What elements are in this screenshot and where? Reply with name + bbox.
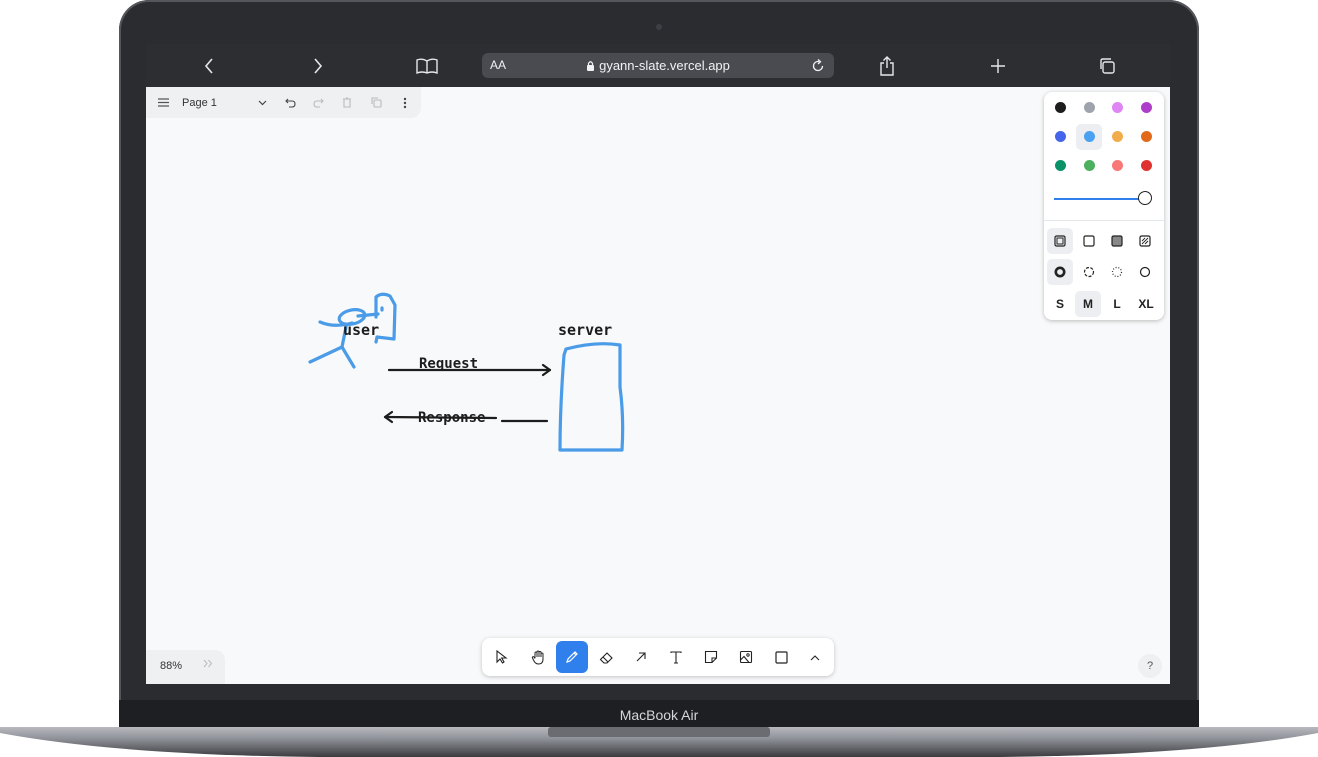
- note-icon: [704, 650, 718, 664]
- rectangle-icon: [774, 650, 788, 664]
- dash-solid-icon: [1139, 266, 1151, 278]
- back-button[interactable]: [194, 44, 224, 87]
- color-swatch[interactable]: [1141, 160, 1152, 171]
- select-icon: [496, 650, 508, 664]
- request-label[interactable]: Request: [419, 356, 478, 372]
- reload-icon: [812, 59, 824, 72]
- response-label[interactable]: Response: [418, 410, 485, 426]
- color-swatch[interactable]: [1084, 160, 1095, 171]
- rectangle-tool-button[interactable]: [765, 641, 797, 673]
- dash-dashed-icon: [1083, 266, 1095, 278]
- server-label[interactable]: server: [558, 321, 612, 339]
- laptop-base: [0, 727, 1318, 757]
- drawing-canvas[interactable]: user server Request Response: [146, 87, 1170, 637]
- image-tool-button[interactable]: [730, 641, 762, 673]
- zoom-level[interactable]: 88%: [160, 660, 182, 672]
- plus-icon: [991, 58, 1005, 73]
- fill-semi-icon: [1083, 235, 1095, 247]
- hand-icon: [531, 649, 543, 665]
- fill-none-button[interactable]: [1047, 228, 1073, 254]
- address-bar[interactable]: AA gyann-slate.vercel.app: [482, 53, 834, 78]
- color-swatch[interactable]: [1112, 131, 1123, 142]
- dash-solid-button[interactable]: [1132, 259, 1158, 285]
- chevron-up-icon: [810, 654, 820, 660]
- dash-dotted-icon: [1111, 266, 1123, 278]
- chevron-left-icon: [204, 57, 213, 74]
- url-display[interactable]: gyann-slate.vercel.app: [482, 58, 834, 73]
- dash-draw-icon: [1054, 266, 1066, 278]
- color-swatch[interactable]: [1112, 160, 1123, 171]
- new-tab-button[interactable]: [983, 44, 1013, 87]
- size-xl-button[interactable]: XL: [1133, 291, 1159, 317]
- dash-draw-button[interactable]: [1047, 259, 1073, 285]
- screen: AA gyann-slate.vercel.app Page 1 user se…: [146, 44, 1170, 684]
- fill-pattern-icon: [1139, 235, 1151, 247]
- browser-toolbar: AA gyann-slate.vercel.app: [146, 44, 1170, 87]
- color-swatch[interactable]: [1084, 102, 1095, 113]
- double-chevron-right-icon: [203, 659, 213, 668]
- text-tool-button[interactable]: [660, 641, 692, 673]
- color-swatch-selected[interactable]: [1084, 131, 1095, 142]
- color-swatch[interactable]: [1112, 102, 1123, 113]
- opacity-slider-knob[interactable]: [1138, 191, 1152, 205]
- select-tool-button[interactable]: [486, 641, 518, 673]
- share-icon: [880, 55, 894, 76]
- url-text: gyann-slate.vercel.app: [599, 58, 730, 73]
- tabs-icon: [1100, 57, 1115, 74]
- color-swatch[interactable]: [1141, 131, 1152, 142]
- image-icon: [739, 650, 753, 664]
- help-button[interactable]: ?: [1138, 654, 1162, 678]
- eraser-icon: [599, 651, 613, 664]
- size-s-button[interactable]: S: [1047, 291, 1073, 317]
- more-tools-button[interactable]: [799, 641, 831, 673]
- tabs-button[interactable]: [1092, 44, 1122, 87]
- camera: [656, 24, 662, 30]
- forward-button[interactable]: [303, 44, 333, 87]
- lock-icon: [587, 61, 595, 71]
- draw-icon: [566, 651, 578, 663]
- arrow-icon: [636, 652, 646, 662]
- expand-button[interactable]: [203, 659, 213, 671]
- note-tool-button[interactable]: [695, 641, 727, 673]
- device-label: MacBook Air: [619, 707, 699, 723]
- bookmarks-button[interactable]: [412, 44, 442, 87]
- color-swatch[interactable]: [1141, 102, 1152, 113]
- color-swatch[interactable]: [1055, 131, 1066, 142]
- eraser-tool-button[interactable]: [590, 641, 622, 673]
- size-m-button[interactable]: M: [1075, 291, 1101, 317]
- fill-solid-button[interactable]: [1104, 228, 1130, 254]
- chevron-right-icon: [314, 57, 323, 74]
- color-swatch[interactable]: [1055, 102, 1066, 113]
- server-box[interactable]: [558, 342, 625, 452]
- dash-dotted-button[interactable]: [1104, 259, 1130, 285]
- reload-button[interactable]: [810, 55, 826, 79]
- fill-none-icon: [1054, 235, 1066, 247]
- zoom-control: 88%: [146, 650, 225, 684]
- fill-semi-button[interactable]: [1076, 228, 1102, 254]
- opacity-slider-track[interactable]: [1054, 198, 1144, 200]
- user-label[interactable]: user: [343, 321, 379, 339]
- dash-dashed-button[interactable]: [1076, 259, 1102, 285]
- draw-tool-button[interactable]: [556, 641, 588, 673]
- color-swatch[interactable]: [1055, 160, 1066, 171]
- style-panel: S M L XL: [1044, 92, 1164, 320]
- text-icon: [670, 650, 682, 664]
- arrow-tool-button[interactable]: [625, 641, 657, 673]
- size-l-button[interactable]: L: [1104, 291, 1130, 317]
- fill-solid-icon: [1111, 235, 1123, 247]
- book-icon: [416, 58, 438, 74]
- fill-pattern-button[interactable]: [1132, 228, 1158, 254]
- hand-tool-button[interactable]: [522, 641, 554, 673]
- tool-bar: [482, 638, 834, 676]
- share-button[interactable]: [872, 44, 902, 87]
